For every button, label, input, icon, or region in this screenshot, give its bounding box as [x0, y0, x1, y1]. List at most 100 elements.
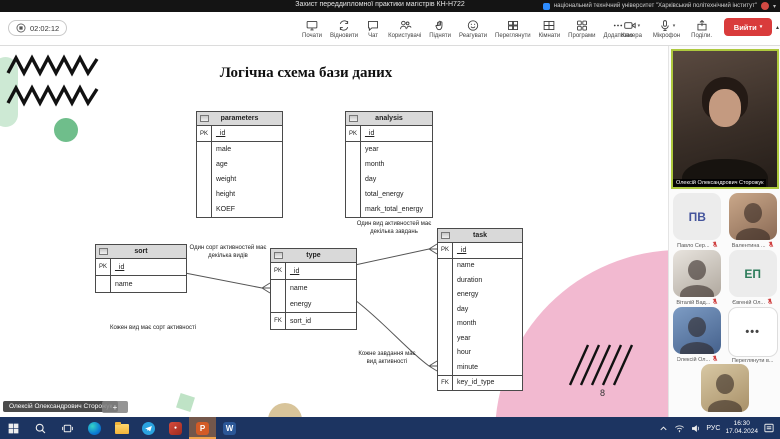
er-row: month: [438, 317, 522, 332]
er-row: year: [438, 331, 522, 346]
participant-photo-body: [680, 342, 714, 354]
grid-icon: [506, 19, 520, 32]
participant-name: Павло Сер...: [677, 243, 709, 249]
device-button-share[interactable]: Поділи.: [689, 15, 714, 43]
table-icon: [441, 232, 450, 239]
language-indicator[interactable]: РУС: [706, 425, 720, 432]
participant-name-row: Олексій Ол...: [677, 355, 719, 364]
er-table-title: sort: [134, 248, 147, 255]
toolbar-button-restore[interactable]: Відновити: [328, 15, 360, 43]
er-field-name: hour: [453, 349, 471, 356]
table-icon: [274, 252, 283, 259]
participant-name: Валентина ...: [732, 243, 766, 249]
mic-icon: [658, 19, 672, 32]
taskbar-app-powerpoint[interactable]: P: [189, 417, 216, 439]
participant-initials: ПВ: [673, 193, 721, 240]
clock[interactable]: 16:30 17.04.2024: [725, 420, 758, 436]
relation-label-2: Один вид активностей має декілька завдан…: [353, 221, 435, 236]
er-row: day: [438, 302, 522, 317]
taskbar-app-app-red[interactable]: ●: [162, 417, 189, 439]
toolbar-collapse-icon[interactable]: ▴: [776, 24, 779, 31]
er-row: PK_id: [438, 243, 522, 259]
participant-cell: •••Переглянути в...: [726, 307, 780, 364]
participant-photo-head: [744, 203, 762, 223]
chevron-down-icon[interactable]: ▾: [673, 23, 676, 29]
tray-chevron-icon[interactable]: [658, 423, 669, 434]
leave-button[interactable]: Вийти ▾: [724, 18, 772, 36]
slide: Логічна схема бази даних 8 Олексій Олекс…: [0, 45, 668, 417]
er-table-analysis: analysisPK_idyearmonthdaytotal_energymar…: [345, 111, 433, 218]
er-field-name: month: [453, 320, 476, 327]
screen-icon: [305, 19, 319, 32]
taskbar-app-start[interactable]: [0, 417, 27, 439]
er-key-label: [96, 276, 111, 292]
system-tray: РУС 16:30 17.04.2024: [658, 417, 780, 439]
chat-icon: [366, 19, 380, 32]
er-row: month: [346, 157, 432, 172]
user-avatar[interactable]: [761, 2, 769, 10]
mic-muted-icon: [712, 298, 718, 307]
participant-cell: Олексій Ол...: [670, 307, 724, 364]
er-key-label: PK: [438, 243, 453, 258]
stop-recording-icon[interactable]: [16, 23, 26, 33]
green-square-decor: [176, 393, 195, 412]
taskbar-app-search[interactable]: [27, 417, 54, 439]
apps-icon: [575, 19, 589, 32]
active-speaker-video[interactable]: Олексій Олександрович Сторожук: [671, 49, 779, 189]
taskbar-app-task-view[interactable]: [54, 417, 81, 439]
participant-photo-head: [688, 317, 706, 337]
taskbar-app-telegram[interactable]: [135, 417, 162, 439]
participant-tile[interactable]: [673, 250, 721, 297]
network-icon[interactable]: [674, 423, 685, 434]
er-table-header: analysis: [346, 112, 432, 126]
er-field-name: _id: [212, 130, 225, 137]
chevron-down-icon[interactable]: ▾: [638, 23, 641, 29]
participants-sidebar: Олексій Олександрович Сторожук ПВ Павло С…: [668, 45, 780, 417]
er-table-parameters: parametersPK_idmaleageweightheightKOEF: [196, 111, 283, 218]
er-table-title: task: [473, 232, 487, 239]
er-field-name: _id: [361, 130, 374, 137]
toolbar-button-grid[interactable]: Переглянути: [493, 15, 533, 43]
volume-icon[interactable]: [690, 423, 701, 434]
er-field-name: height: [212, 191, 235, 198]
participant-name-row: Павло Сер...: [677, 241, 717, 250]
toolbar-buttons: ПочатиВідновити Чат КористувачіПіднятиРеаг…: [300, 15, 635, 43]
er-table-title: analysis: [375, 115, 403, 122]
toolbar-button-smiley[interactable]: Реагувати: [457, 15, 489, 43]
toolbar-button-label: Чат: [368, 33, 378, 39]
toolbar-button-users[interactable]: Користувачі: [386, 15, 423, 43]
telegram-icon: [142, 422, 155, 435]
mic-muted-icon: [768, 241, 774, 250]
er-field-name: name: [286, 285, 308, 292]
clock-date: 17.04.2024: [725, 428, 758, 436]
er-field-name: minute: [453, 364, 478, 371]
toolbar-button-rooms[interactable]: Кімнати: [537, 15, 563, 43]
recording-indicator[interactable]: 02:02:12: [8, 20, 67, 36]
er-key-label: FK: [438, 376, 453, 391]
participants-more-tile[interactable]: •••: [728, 307, 778, 357]
titlebar-chevron-icon[interactable]: ▾: [773, 3, 776, 10]
participant-tile[interactable]: ЕП: [729, 250, 777, 297]
er-field-name: KOEF: [212, 206, 235, 213]
taskbar-app-edge[interactable]: [81, 417, 108, 439]
participant-tile[interactable]: [701, 364, 749, 412]
toolbar-button-label: Переглянути: [495, 33, 531, 39]
toolbar-button-hand[interactable]: Підняти: [427, 15, 453, 43]
device-button-camera[interactable]: ▾Камера: [619, 15, 644, 43]
participant-tile[interactable]: [729, 193, 777, 240]
red-app-icon: ●: [169, 422, 182, 435]
toolbar-button-apps[interactable]: Програми: [566, 15, 597, 43]
leave-chevron-icon[interactable]: ▾: [760, 24, 763, 30]
taskbar-app-file-explorer[interactable]: [108, 417, 135, 439]
action-center-icon[interactable]: [763, 422, 775, 434]
participant-tile[interactable]: ПВ: [673, 193, 721, 240]
app-window: Захист переддипломної практики магістрів…: [0, 0, 780, 439]
er-key-label: [197, 187, 212, 202]
taskbar-app-word[interactable]: W: [216, 417, 243, 439]
participant-tile[interactable]: [673, 307, 721, 354]
device-button-mic[interactable]: ▾Мікрофон: [651, 15, 682, 43]
overlay-add-button[interactable]: +: [102, 401, 128, 413]
toolbar-button-chat[interactable]: Чат: [364, 15, 382, 43]
org-logo-icon: [543, 3, 550, 10]
toolbar-button-screen[interactable]: Почати: [300, 15, 324, 43]
